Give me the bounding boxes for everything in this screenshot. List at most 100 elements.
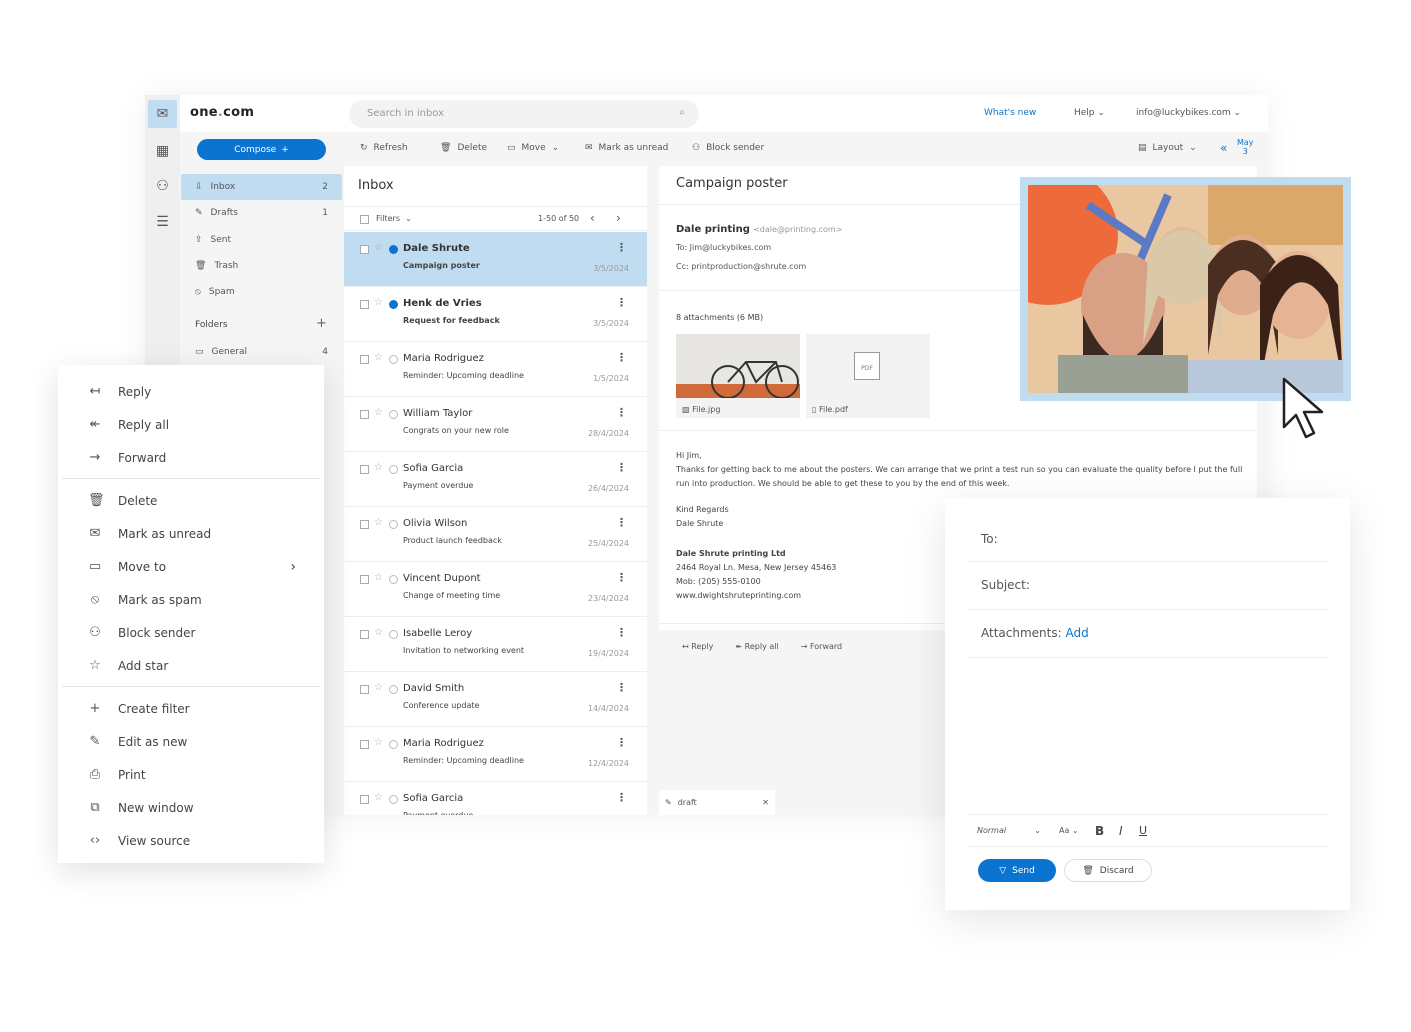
star-icon[interactable]: ☆ xyxy=(374,352,383,363)
more-options-icon[interactable]: ⋮ xyxy=(616,681,627,694)
reply-button[interactable]: ↤ Reply xyxy=(682,642,713,651)
more-options-icon[interactable]: ⋮ xyxy=(616,516,627,529)
row-checkbox[interactable] xyxy=(360,410,369,419)
row-checkbox[interactable] xyxy=(360,300,369,309)
menu-item-reply-all[interactable]: ↞ Reply all xyxy=(58,408,324,441)
star-icon[interactable]: ☆ xyxy=(374,297,383,308)
message-row[interactable]: ☆ Dale Shrute Campaign poster 3/5/2024 ⋮ xyxy=(344,232,647,287)
more-options-icon[interactable]: ⋮ xyxy=(616,351,627,364)
help-menu[interactable]: Help ⌄ xyxy=(1074,108,1105,118)
menu-item-mark-as-spam[interactable]: ⦸ Mark as spam xyxy=(58,583,324,616)
delete-button[interactable]: 🗑 Delete xyxy=(440,143,487,153)
star-icon[interactable]: ☆ xyxy=(374,462,383,473)
unread-dot-icon[interactable] xyxy=(389,630,398,639)
more-options-icon[interactable]: ⋮ xyxy=(616,406,627,419)
search-icon[interactable]: ⌕ xyxy=(679,107,685,118)
row-checkbox[interactable] xyxy=(360,355,369,364)
menu-item-print[interactable]: ⎙ Print xyxy=(58,758,324,791)
more-options-icon[interactable]: ⋮ xyxy=(616,241,627,254)
star-icon[interactable]: ☆ xyxy=(374,627,383,638)
menu-item-new-window[interactable]: ⧉ New window xyxy=(58,791,324,824)
unread-dot-icon[interactable] xyxy=(389,575,398,584)
unread-dot-icon[interactable] xyxy=(389,795,398,804)
account-menu[interactable]: info@luckybikes.com ⌄ xyxy=(1136,108,1241,118)
underline-button[interactable]: U xyxy=(1139,824,1147,837)
more-options-icon[interactable]: ⋮ xyxy=(616,571,627,584)
select-all-checkbox[interactable] xyxy=(360,215,369,224)
row-checkbox[interactable] xyxy=(360,685,369,694)
reply-all-button[interactable]: ↞ Reply all xyxy=(735,642,778,651)
menu-item-forward[interactable]: → Forward xyxy=(58,441,324,474)
row-checkbox[interactable] xyxy=(360,795,369,804)
unread-dot-icon[interactable] xyxy=(389,245,398,254)
row-checkbox[interactable] xyxy=(360,520,369,529)
more-options-icon[interactable]: ⋮ xyxy=(616,296,627,309)
star-icon[interactable]: ☆ xyxy=(374,572,383,583)
star-icon[interactable]: ☆ xyxy=(374,682,383,693)
to-field[interactable]: To: xyxy=(967,520,1329,562)
star-icon[interactable]: ☆ xyxy=(374,407,383,418)
star-icon[interactable]: ☆ xyxy=(374,242,383,253)
message-row[interactable]: ☆ Vincent Dupont Change of meeting time … xyxy=(344,562,647,617)
more-options-icon[interactable]: ⋮ xyxy=(616,461,627,474)
sidebar-item-spam[interactable]: ⦸ Spam xyxy=(181,279,342,305)
sidebar-folder-item[interactable]: ▭ General 4 xyxy=(181,339,342,365)
add-attachment-link[interactable]: Add xyxy=(1065,626,1088,640)
message-row[interactable]: ☆ William Taylor Congrats on your new ro… xyxy=(344,397,647,452)
message-body-editor[interactable] xyxy=(967,658,1329,815)
filters-dropdown[interactable]: Filters ⌄ xyxy=(376,214,412,223)
italic-button[interactable]: I xyxy=(1119,824,1123,838)
sidebar-item-sent[interactable]: ⇪ Sent xyxy=(181,227,342,253)
message-row[interactable]: ☆ Sofia Garcia Payment overdue 26/4/2024… xyxy=(344,452,647,507)
draft-tab[interactable]: ✎ draft ✕ xyxy=(659,790,775,815)
message-row[interactable]: ☆ Sofia Garcia Payment overdue 12/4/2024… xyxy=(344,782,647,815)
row-checkbox[interactable] xyxy=(360,740,369,749)
mark-unread-button[interactable]: ✉ Mark as unread xyxy=(585,143,668,153)
star-icon[interactable]: ☆ xyxy=(374,517,383,528)
prev-page-icon[interactable]: ‹ xyxy=(590,211,595,225)
calendar-icon[interactable]: ▦ xyxy=(148,137,177,165)
discard-button[interactable]: 🗑 Discard xyxy=(1064,859,1152,882)
unread-dot-icon[interactable] xyxy=(389,685,398,694)
unread-dot-icon[interactable] xyxy=(389,465,398,474)
message-row[interactable]: ☆ Maria Rodriguez Reminder: Upcoming dea… xyxy=(344,727,647,782)
unread-dot-icon[interactable] xyxy=(389,740,398,749)
attachment-jpg[interactable]: ▨ File.jpg xyxy=(676,334,800,418)
more-options-icon[interactable]: ⋮ xyxy=(616,736,627,749)
next-page-icon[interactable]: › xyxy=(616,211,621,225)
sidebar-item-drafts[interactable]: ✎ Drafts 1 xyxy=(181,200,342,226)
forward-button[interactable]: → Forward xyxy=(801,642,842,651)
send-button[interactable]: ▽ Send xyxy=(978,859,1056,882)
menu-item-reply[interactable]: ↤ Reply xyxy=(58,375,324,408)
menu-item-mark-as-unread[interactable]: ✉ Mark as unread xyxy=(58,517,324,550)
unread-dot-icon[interactable] xyxy=(389,520,398,529)
row-checkbox[interactable] xyxy=(360,245,369,254)
sidebar-item-inbox[interactable]: ⇩ Inbox 2 xyxy=(181,174,342,200)
menu-item-delete[interactable]: 🗑 Delete xyxy=(58,484,324,517)
bold-button[interactable]: B xyxy=(1095,824,1104,838)
star-icon[interactable]: ☆ xyxy=(374,792,383,803)
menu-item-add-star[interactable]: ☆ Add star xyxy=(58,649,324,682)
add-folder-icon[interactable]: + xyxy=(316,316,327,331)
search-input[interactable]: Search in inbox ⌕ xyxy=(349,100,699,128)
unread-dot-icon[interactable] xyxy=(389,300,398,309)
sender[interactable]: Dale printing <dale@printing.com> xyxy=(676,224,842,235)
star-icon[interactable]: ☆ xyxy=(374,737,383,748)
menu-item-create-filter[interactable]: + Create filter xyxy=(58,692,324,725)
refresh-button[interactable]: ↻ Refresh xyxy=(360,143,408,153)
block-sender-button[interactable]: ⚇ Block sender xyxy=(692,143,764,153)
collapse-icon[interactable]: « xyxy=(1220,141,1227,155)
contacts-icon[interactable]: ⚇ xyxy=(148,172,177,200)
more-options-icon[interactable]: ⋮ xyxy=(616,626,627,639)
message-row[interactable]: ☆ Maria Rodriguez Reminder: Upcoming dea… xyxy=(344,342,647,397)
font-size-select[interactable]: Aa ⌄ xyxy=(1059,826,1079,835)
more-options-icon[interactable]: ⋮ xyxy=(616,791,627,804)
compose-button[interactable]: Compose + xyxy=(197,139,326,160)
close-icon[interactable]: ✕ xyxy=(762,798,769,807)
sidebar-item-trash[interactable]: 🗑 Trash xyxy=(181,253,342,279)
row-checkbox[interactable] xyxy=(360,630,369,639)
format-select[interactable]: Normal ⌄ xyxy=(977,826,1041,835)
menu-item-view-source[interactable]: ‹› View source xyxy=(58,824,324,857)
message-row[interactable]: ☆ David Smith Conference update 14/4/202… xyxy=(344,672,647,727)
subject-field[interactable]: Subject: xyxy=(967,562,1329,610)
